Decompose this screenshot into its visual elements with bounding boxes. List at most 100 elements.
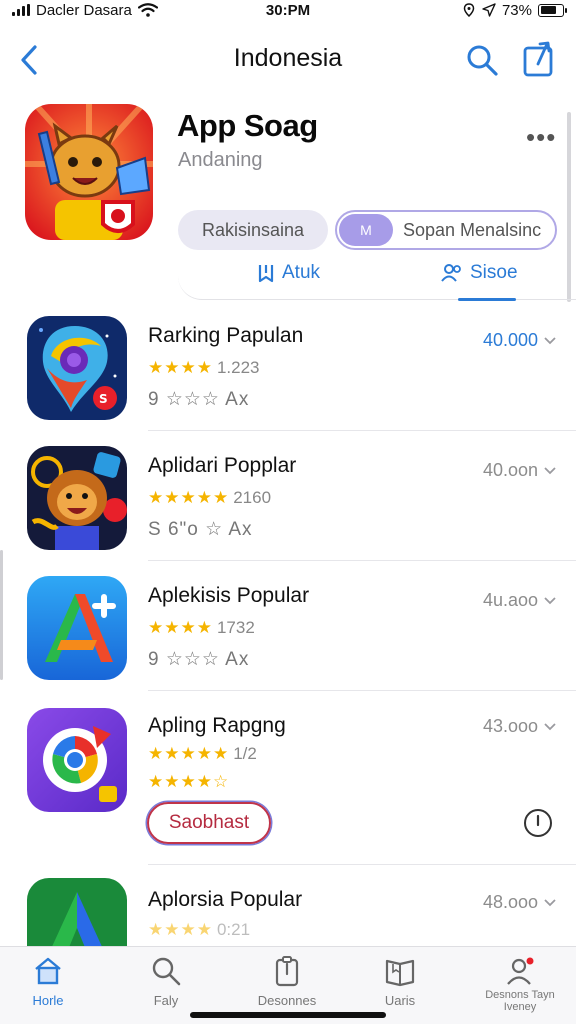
segment-tab-sisoe-label: Sisoe: [470, 262, 518, 283]
price-label: 48.ooo: [482, 892, 538, 912]
app-name: Aplorsia Popular: [148, 888, 303, 911]
tab-uaris[interactable]: Uaris: [352, 955, 448, 1008]
rating-stars: ★★★★: [148, 618, 213, 637]
app-name: Rarking Papulan: [148, 324, 304, 347]
price-button[interactable]: 4u.aoo: [483, 590, 556, 611]
divider: [148, 560, 576, 561]
tab-home[interactable]: Horle: [0, 955, 96, 1008]
get-button[interactable]: Saobhast: [147, 802, 271, 844]
app-rating-secondary: ★★★★☆: [148, 772, 229, 792]
app-rating: ★★★★ 1.223: [148, 358, 260, 378]
nav-bar: Indonesia: [0, 30, 576, 90]
app-subline: 9 ☆☆☆ Ax: [148, 649, 250, 670]
list-item[interactable]: Aplidari Popplar ★★★★★ 2160 S 6"o ☆ Ax 4…: [0, 446, 576, 574]
app-rating: ★★★★★ 1/2: [148, 744, 257, 764]
list-item[interactable]: Apling Rapgng ★★★★★ 1/2 ★★★★☆ Saobhast 4…: [0, 708, 576, 866]
lion-mascot-icon: [27, 446, 127, 550]
rating-count: 1732: [216, 618, 255, 637]
info-icon[interactable]: [523, 808, 553, 838]
bookmark-icon: [258, 265, 274, 283]
segmented-tabs: Atuk Sisoe: [178, 256, 576, 301]
price-button[interactable]: 43.ooo: [483, 716, 556, 737]
list-item[interactable]: S Rarking Papulan ★★★★ 1.223 9 ☆☆☆ Ax 40…: [0, 316, 576, 444]
battery-icon: [538, 3, 567, 17]
price-label: 40.000: [482, 330, 538, 350]
price-label: 4u.aoo: [482, 590, 538, 610]
chevron-down-icon: [544, 722, 556, 730]
app-rating: ★★★★★ 2160: [148, 488, 271, 508]
app-subline: 9 ☆☆☆ Ax: [148, 389, 250, 410]
share-icon[interactable]: [520, 40, 556, 78]
rating-count: 1/2: [233, 744, 257, 763]
tab-desonnes[interactable]: Desonnes: [239, 955, 335, 1008]
chevron-down-icon: [544, 898, 556, 906]
rating-stars: ★★★★★: [148, 744, 230, 763]
app-title: App Soag: [177, 108, 318, 143]
segment-tab-sisoe[interactable]: Sisoe: [440, 262, 518, 284]
app-icon-triangle: [27, 878, 127, 946]
app-icon-browser: [27, 708, 127, 812]
segment-tab-atuk[interactable]: Atuk: [256, 262, 320, 284]
segment-tab-atuk-label: Atuk: [282, 262, 321, 283]
rating-stars: ★★★★★: [148, 488, 230, 507]
person-icon: [507, 957, 534, 985]
tab-profile[interactable]: Desnons Tayn Iveney: [472, 955, 568, 1013]
app-rating: ★★★★ 1732: [148, 618, 255, 638]
tab-desonnes-label: Desonnes: [257, 993, 317, 1008]
battery-fill: [540, 6, 556, 14]
rating-count: 0:21: [216, 920, 251, 939]
rating-stars: ★★★★: [148, 358, 213, 377]
more-options-icon[interactable]: •••: [526, 122, 556, 153]
divider: [148, 690, 576, 691]
status-time: 30:PM: [265, 1, 311, 19]
map-pin-icon: S: [27, 316, 127, 420]
app-icon-letter-a: [27, 576, 127, 680]
rating-count: 1.223: [216, 358, 260, 377]
status-bar: Dacler Dasara 30:PM 73%: [0, 0, 576, 20]
tab-search-label: Faly: [153, 993, 179, 1008]
svg-text:S: S: [99, 392, 108, 406]
list-item[interactable]: Aplorsia Popular ★★★★ 0:21 48.ooo: [0, 878, 576, 946]
price-button[interactable]: 40.oon: [483, 460, 556, 481]
clipboard-icon: [275, 956, 299, 987]
divider: [148, 430, 576, 431]
filter-pill-left-label: Rakisinsaina: [201, 219, 305, 240]
list-item[interactable]: Aplekisis Popular ★★★★ 1732 9 ☆☆☆ Ax 4u.…: [0, 576, 576, 704]
price-button[interactable]: 40.000: [483, 330, 556, 351]
app-icon-lion: [27, 446, 127, 550]
app-subline: S 6"o ☆ Ax: [148, 519, 253, 540]
filter-pill-chip: M: [339, 214, 393, 246]
book-icon: [385, 959, 415, 987]
rating-stars: ★★★★☆: [148, 772, 230, 791]
search-icon[interactable]: [464, 42, 500, 78]
app-rating: ★★★★ 0:21: [148, 920, 250, 940]
people-icon: [441, 264, 461, 282]
price-button[interactable]: 48.ooo: [483, 892, 556, 913]
tab-uaris-label: Uaris: [384, 993, 416, 1008]
app-icon-hero[interactable]: [25, 104, 153, 240]
rating-count: 2160: [233, 488, 272, 507]
chevron-down-icon: [544, 466, 556, 474]
chevron-down-icon: [544, 596, 556, 604]
filter-pill-left[interactable]: Rakisinsaina: [178, 210, 328, 250]
app-name: Aplekisis Popular: [148, 584, 310, 607]
tab-profile-label: Desnons Tayn Iveney: [485, 989, 555, 1013]
price-label: 40.oon: [482, 460, 538, 480]
filter-pill-right[interactable]: M Sopan Menalsinc: [335, 210, 557, 250]
triangle-logo-icon: [27, 878, 127, 946]
chevron-down-icon: [544, 336, 556, 344]
divider: [148, 864, 576, 865]
search-icon: [152, 957, 181, 986]
price-label: 43.ooo: [482, 716, 538, 736]
filter-pill-right-label: Sopan Menalsinc: [403, 219, 542, 240]
mascot-icon: [25, 104, 153, 240]
home-indicator: [190, 1012, 386, 1018]
app-name: Aplidari Popplar: [148, 454, 297, 477]
letter-a-icon: [27, 576, 127, 680]
app-icon-map: S: [27, 316, 127, 420]
tab-search[interactable]: Faly: [118, 955, 214, 1008]
tab-home-label: Horle: [32, 993, 64, 1008]
app-subtitle: Andaning: [178, 149, 263, 171]
segment-active-indicator: [458, 298, 516, 301]
app-name: Apling Rapgng: [148, 714, 286, 737]
